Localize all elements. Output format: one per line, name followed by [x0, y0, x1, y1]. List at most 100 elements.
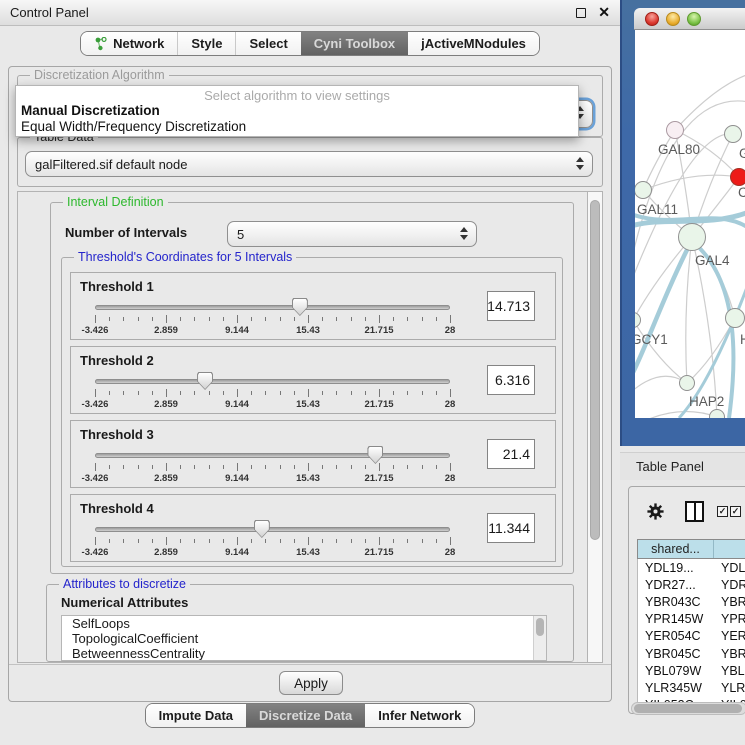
network-window-title-bar[interactable] — [634, 8, 745, 30]
network-node-c[interactable] — [730, 168, 745, 186]
slider-tick — [209, 539, 210, 543]
scrollbar-thumb[interactable] — [634, 704, 742, 713]
tab-label: Impute Data — [159, 708, 233, 723]
slider-tick-label: -3.426 — [82, 399, 109, 410]
group-title: Threshold's Coordinates for 5 Intervals — [74, 250, 296, 264]
table-cell: YBL079W — [638, 662, 714, 679]
slider-track[interactable] — [95, 527, 450, 532]
group-title: Discretization Algorithm — [30, 68, 169, 82]
columns-icon[interactable] — [685, 501, 704, 522]
threshold-value-field[interactable]: 11.344 — [487, 513, 535, 543]
tab-jactivemnodules[interactable]: jActiveMNodules — [408, 32, 539, 55]
scrollbar-thumb[interactable] — [590, 200, 600, 540]
panel-scrollbar[interactable] — [587, 192, 602, 662]
slider-track[interactable] — [95, 453, 450, 458]
scrollbar-thumb[interactable] — [536, 618, 544, 636]
network-node-hap2[interactable] — [679, 375, 695, 391]
slider-tick — [138, 465, 139, 469]
number-of-intervals-combobox[interactable]: 5 — [227, 221, 477, 247]
table-row[interactable]: YBR045CYBR0 — [638, 645, 745, 662]
table-row[interactable]: YER054CYER0 — [638, 628, 745, 645]
table-row[interactable]: YPR145WYPR1 — [638, 611, 745, 628]
table-toolbar: ✓ ✓ — [629, 487, 745, 535]
slider-track[interactable] — [95, 305, 450, 310]
column-header-shared[interactable]: shared... — [638, 540, 714, 558]
network-node[interactable] — [709, 409, 725, 418]
threshold-1-card: Threshold 1 -3.4262.8599.14415.4321.7152… — [70, 272, 556, 340]
threshold-2-slider[interactable]: -3.4262.8599.14415.4321.71528 — [95, 375, 450, 411]
number-of-intervals-label: Number of Intervals — [65, 225, 187, 240]
slider-tick — [138, 317, 139, 321]
table-row[interactable]: YDR27...YDR2 — [638, 576, 745, 593]
close-icon[interactable]: ✕ — [598, 4, 610, 21]
minimize-window-button[interactable] — [666, 12, 680, 26]
slider-tick — [180, 317, 181, 321]
slider-tick — [308, 389, 309, 397]
close-window-button[interactable] — [645, 12, 659, 26]
network-view-canvas[interactable]: GAL80GCGAL11GAL4GCY1HHAP2 — [635, 30, 745, 418]
table-data-combobox[interactable]: galFiltered.sif default node — [25, 151, 593, 177]
table-row[interactable]: YBL079WYBL0 — [638, 662, 745, 679]
network-node-gal4[interactable] — [678, 223, 706, 251]
table-row[interactable]: YDL19...YDL1 — [638, 559, 745, 576]
slider-tick-label: 15.43 — [296, 325, 320, 336]
attributes-to-discretize-group: Attributes to discretize Numerical Attri… — [46, 584, 574, 662]
table-cell: YDR27... — [638, 576, 714, 593]
table-row[interactable]: YLR345WYLR3 — [638, 679, 745, 696]
tab-impute-data[interactable]: Impute Data — [146, 704, 246, 727]
network-node-g[interactable] — [724, 125, 742, 143]
tab-label: jActiveMNodules — [421, 36, 526, 51]
slider-tick-label: 21.715 — [364, 399, 393, 410]
apply-button[interactable]: Apply — [279, 671, 343, 695]
slider-thumb[interactable] — [254, 520, 270, 538]
attribute-item[interactable]: SelfLoops — [62, 616, 546, 631]
slider-tick — [422, 465, 423, 469]
slider-tick-label: -3.426 — [82, 325, 109, 336]
slider-thumb[interactable] — [197, 372, 213, 390]
slider-tick-label: 15.43 — [296, 547, 320, 558]
network-node-h[interactable] — [725, 308, 745, 328]
gear-icon[interactable] — [647, 503, 664, 520]
slider-tick — [308, 537, 309, 545]
tab-cyni-toolbox[interactable]: Cyni Toolbox — [301, 32, 408, 55]
table-cell: YBL0 — [714, 662, 745, 679]
threshold-4-slider[interactable]: -3.4262.8599.14415.4321.71528 — [95, 523, 450, 559]
slider-tick — [393, 465, 394, 469]
slider-thumb[interactable] — [367, 446, 383, 464]
tab-network[interactable]: Network — [81, 32, 177, 55]
threshold-3-slider[interactable]: -3.4262.8599.14415.4321.71528 — [95, 449, 450, 485]
attribute-item[interactable]: BetweennessCentrality — [62, 646, 546, 661]
zoom-window-button[interactable] — [687, 12, 701, 26]
tab-discretize-data[interactable]: Discretize Data — [246, 704, 365, 727]
slider-tick-label: 15.43 — [296, 399, 320, 410]
column-header-name[interactable]: na — [714, 540, 745, 558]
float-window-icon[interactable] — [576, 8, 586, 18]
tab-style[interactable]: Style — [177, 32, 235, 55]
dropdown-option-manual-discretization[interactable]: Manual Discretization — [21, 103, 160, 118]
threshold-value-field[interactable]: 6.316 — [487, 365, 535, 395]
tab-infer-network[interactable]: Infer Network — [365, 704, 474, 727]
slider-tick-labels: -3.4262.8599.14415.4321.71528 — [95, 547, 450, 559]
threshold-value-field[interactable]: 21.4 — [487, 439, 535, 469]
table-cell: YDR2 — [714, 576, 745, 593]
slider-track[interactable] — [95, 379, 450, 384]
tab-select[interactable]: Select — [235, 32, 300, 55]
slider-tick — [336, 465, 337, 469]
slider-tick-label: 9.144 — [225, 473, 249, 484]
network-node-gal80[interactable] — [666, 121, 684, 139]
threshold-value-field[interactable]: 14.713 — [487, 291, 535, 321]
slider-tick — [436, 317, 437, 321]
table-horizontal-scrollbar[interactable] — [631, 702, 745, 715]
select-columns-icons[interactable]: ✓ ✓ — [717, 506, 741, 517]
list-scrollbar[interactable] — [533, 616, 546, 660]
threshold-1-slider[interactable]: -3.4262.8599.14415.4321.71528 — [95, 301, 450, 337]
slider-thumb[interactable] — [292, 298, 308, 316]
slider-tick — [194, 539, 195, 543]
attribute-item[interactable]: TopologicalCoefficient — [62, 631, 546, 646]
numerical-attributes-label: Numerical Attributes — [61, 595, 188, 610]
dropdown-option-equal-width[interactable]: Equal Width/Frequency Discretization — [21, 119, 246, 134]
numerical-attributes-list[interactable]: SelfLoopsTopologicalCoefficientBetweenne… — [61, 615, 547, 661]
slider-tick — [436, 391, 437, 395]
slider-tick — [237, 537, 238, 545]
table-row[interactable]: YBR043CYBR0 — [638, 593, 745, 610]
